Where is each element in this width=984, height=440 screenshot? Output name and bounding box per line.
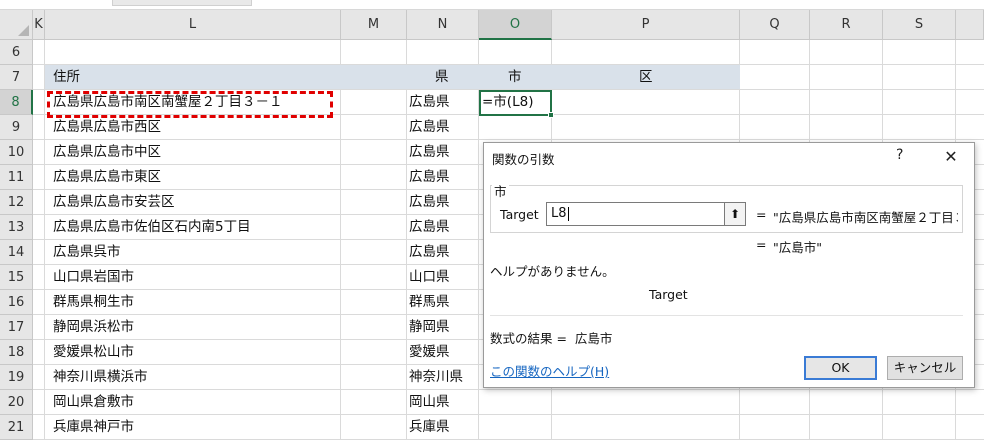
text-caret — [567, 206, 569, 221]
address-cell[interactable]: 静岡県浜松市 — [53, 315, 134, 340]
column-header-r[interactable]: R — [810, 10, 883, 40]
address-cell[interactable]: 神奈川県横浜市 — [53, 365, 148, 390]
address-cell[interactable]: 広島県広島市東区 — [53, 165, 161, 190]
prefecture-cell[interactable]: 岡山県 — [409, 390, 450, 415]
active-cell-border — [479, 90, 554, 118]
sheet-tab-edge — [112, 0, 252, 6]
argument-input-value: L8 — [551, 206, 567, 221]
prefecture-cell[interactable]: 群馬県 — [409, 290, 450, 315]
row-header-17[interactable]: 17 — [0, 315, 33, 340]
ok-button[interactable]: OK — [804, 356, 877, 380]
column-header-m[interactable]: M — [341, 10, 407, 40]
row-header-13[interactable]: 13 — [0, 215, 33, 240]
column-header-o[interactable]: O — [479, 10, 552, 40]
function-arguments-dialog: 関数の引数 ? ✕ 市 Target L8 ⬆ = "広島県広島市南区南蟹屋２丁… — [483, 142, 975, 388]
column-header-l[interactable]: L — [45, 10, 341, 40]
row-header-10[interactable]: 10 — [0, 140, 33, 165]
prefecture-cell[interactable]: 神奈川県 — [409, 365, 463, 390]
address-cell[interactable]: 広島県広島市西区 — [53, 115, 161, 140]
prefecture-cell[interactable]: 広島県 — [409, 215, 450, 240]
address-cell[interactable]: 群馬県桐生市 — [53, 290, 134, 315]
address-cell[interactable]: 広島県広島市中区 — [53, 140, 161, 165]
formula-result-value: 広島市 — [574, 331, 613, 346]
prefecture-cell[interactable]: 愛媛県 — [409, 340, 450, 365]
row-header-11[interactable]: 11 — [0, 165, 33, 190]
column-header-s[interactable]: S — [883, 10, 956, 40]
help-icon[interactable]: ? — [896, 147, 903, 163]
gridline — [33, 139, 984, 140]
ribbon-edge — [0, 0, 984, 10]
address-cell[interactable]: 山口県岩国市 — [53, 265, 134, 290]
address-cell[interactable]: 広島県広島市安芸区 — [53, 190, 175, 215]
gridline — [406, 40, 407, 440]
row-header-6[interactable]: 6 — [0, 40, 33, 65]
row-header-8[interactable]: 8 — [0, 90, 33, 115]
function-help-link[interactable]: この関数のヘルプ(H) — [490, 361, 609, 380]
prefecture-cell[interactable]: 兵庫県 — [409, 415, 450, 440]
function-name-label: 市 — [492, 181, 509, 200]
no-help-text: ヘルプがありません。 — [490, 264, 615, 279]
row-header-15[interactable]: 15 — [0, 265, 33, 290]
row-header-21[interactable]: 21 — [0, 415, 33, 440]
highlight-dashed-box — [47, 91, 333, 118]
dialog-title: 関数の引数 — [492, 152, 555, 167]
formula-result-label: 数式の結果 = — [490, 331, 567, 346]
row-header-19[interactable]: 19 — [0, 365, 33, 390]
gridline — [44, 40, 45, 440]
address-cell[interactable]: 愛媛県松山市 — [53, 340, 134, 365]
address-cell[interactable]: 兵庫県神戸市 — [53, 415, 134, 440]
gridline — [340, 40, 341, 440]
header-city[interactable]: 市 — [508, 65, 522, 90]
prefecture-cell[interactable]: 広島県 — [409, 165, 450, 190]
column-header-p[interactable]: P — [552, 10, 740, 40]
prefecture-cell[interactable]: 山口県 — [409, 265, 450, 290]
prefecture-cell[interactable]: 広島県 — [409, 140, 450, 165]
argument-evaluated-value: "広島県広島市南区南蟹屋２丁目３ — [773, 210, 958, 225]
header-address[interactable]: 住所 — [53, 65, 80, 90]
collapse-dialog-icon[interactable]: ⬆ — [724, 202, 746, 226]
row-header-9[interactable]: 9 — [0, 115, 33, 140]
row-header-7[interactable]: 7 — [0, 65, 33, 90]
row-header-14[interactable]: 14 — [0, 240, 33, 265]
prefecture-cell[interactable]: 広島県 — [409, 190, 450, 215]
prefecture-cell[interactable]: 広島県 — [409, 115, 450, 140]
row-header-12[interactable]: 12 — [0, 190, 33, 215]
column-header-t[interactable] — [956, 10, 984, 40]
argument-label: Target — [500, 207, 539, 222]
prefecture-cell[interactable]: 静岡県 — [409, 315, 450, 340]
address-cell[interactable]: 広島県呉市 — [53, 240, 121, 265]
gridline — [33, 414, 984, 415]
select-all-triangle-icon — [18, 25, 29, 36]
function-evaluated-value: "広島市" — [773, 240, 822, 255]
header-ward[interactable]: 区 — [639, 65, 653, 90]
argument-input[interactable]: L8 — [546, 202, 726, 226]
address-cell[interactable]: 岡山県倉敷市 — [53, 390, 134, 415]
argument-description-name: Target — [649, 287, 688, 302]
formula-result: 数式の結果 = 広島市 — [490, 328, 612, 347]
column-header-n[interactable]: N — [407, 10, 479, 40]
fill-handle[interactable] — [548, 112, 554, 118]
close-icon[interactable]: ✕ — [934, 143, 968, 171]
header-row-band — [45, 65, 740, 89]
row-header-16[interactable]: 16 — [0, 290, 33, 315]
cancel-button[interactable]: キャンセル — [887, 356, 963, 380]
column-header-q[interactable]: Q — [740, 10, 810, 40]
gridline — [33, 389, 984, 390]
select-all-corner[interactable] — [0, 10, 33, 40]
function-equals-sign: = — [756, 237, 767, 252]
row-header-20[interactable]: 20 — [0, 390, 33, 415]
header-prefecture[interactable]: 県 — [435, 65, 449, 90]
column-header-k[interactable]: K — [33, 10, 45, 40]
prefecture-cell[interactable]: 広島県 — [409, 240, 450, 265]
prefecture-cell[interactable]: 広島県 — [409, 90, 450, 115]
address-cell[interactable]: 広島県広島市佐伯区石内南5丁目 — [53, 215, 251, 240]
row-header-18[interactable]: 18 — [0, 340, 33, 365]
divider — [490, 315, 963, 316]
argument-equals-sign: = — [756, 207, 767, 222]
